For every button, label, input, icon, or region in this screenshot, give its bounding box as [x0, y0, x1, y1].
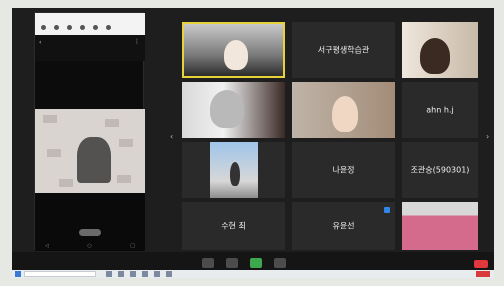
participant-name: 수현 최: [221, 221, 246, 231]
more-icon[interactable]: ⋮: [134, 38, 140, 45]
video-icon[interactable]: [226, 258, 238, 268]
tray-icon[interactable]: [476, 271, 490, 277]
participant-tile[interactable]: 유윤선: [292, 202, 395, 250]
host-badge-icon: [384, 207, 390, 213]
app-icon[interactable]: [166, 271, 172, 277]
participant-name: 서구평생학습관: [317, 45, 370, 55]
participant-name: 나윤정: [332, 165, 355, 175]
phone-button[interactable]: [79, 229, 101, 236]
taskbar: [12, 270, 494, 278]
tool-icon[interactable]: [106, 25, 111, 30]
screen-frame: ‹ ⋮ ◁ ○ □ ‹ › 서구평생학습관 ahn h.j 나윤정 조관숭(59…: [0, 0, 504, 286]
phone-toolbar-icons[interactable]: [41, 25, 139, 31]
zoom-window: ‹ ⋮ ◁ ○ □ ‹ › 서구평생학습관 ahn h.j 나윤정 조관숭(59…: [12, 8, 494, 278]
participant-tile[interactable]: [182, 82, 285, 138]
tool-icon[interactable]: [80, 25, 85, 30]
participant-name: 유윤선: [332, 221, 355, 231]
participant-tile[interactable]: 조관숭(590301): [402, 142, 478, 198]
phone-nav-bar: ◁ ○ □: [45, 243, 135, 249]
end-icon[interactable]: [474, 260, 488, 268]
start-icon[interactable]: [15, 271, 21, 277]
participant-tile[interactable]: [182, 22, 285, 78]
prev-page-icon[interactable]: ‹: [170, 132, 173, 141]
participant-name: ahn h.j: [426, 105, 454, 115]
participant-tile[interactable]: 수현 최: [182, 202, 285, 250]
phone-bottom-area: ◁ ○ □: [35, 193, 145, 251]
tool-icon[interactable]: [41, 25, 46, 30]
phone-status-bar: [35, 13, 145, 35]
phone-app-header: ‹ ⋮: [35, 35, 145, 61]
back-icon[interactable]: ‹: [39, 39, 41, 46]
tool-icon[interactable]: [67, 25, 72, 30]
participant-name: 조관숭(590301): [410, 165, 470, 175]
app-icon[interactable]: [130, 271, 136, 277]
tool-icon[interactable]: [54, 25, 59, 30]
next-page-icon[interactable]: ›: [486, 132, 489, 141]
chat-icon[interactable]: [274, 258, 286, 268]
participant-tile[interactable]: 나윤정: [292, 142, 395, 198]
share-icon[interactable]: [250, 258, 262, 268]
app-icon[interactable]: [106, 271, 112, 277]
app-icon[interactable]: [154, 271, 160, 277]
person-shadow: [77, 137, 111, 183]
app-icon[interactable]: [142, 271, 148, 277]
participant-tile[interactable]: [402, 202, 478, 250]
taskbar-search-input[interactable]: [24, 271, 96, 277]
participant-tile[interactable]: 서구평생학습관: [292, 22, 395, 78]
app-icon[interactable]: [118, 271, 124, 277]
participant-tile[interactable]: ahn h.j: [402, 82, 478, 138]
participant-tile[interactable]: [402, 22, 478, 78]
phone-photo: [35, 109, 145, 193]
participant-tile[interactable]: [292, 82, 395, 138]
tool-icon[interactable]: [93, 25, 98, 30]
mic-icon[interactable]: [202, 258, 214, 268]
shared-phone-screen: ‹ ⋮ ◁ ○ □: [34, 12, 145, 251]
participant-tile[interactable]: [182, 142, 285, 198]
